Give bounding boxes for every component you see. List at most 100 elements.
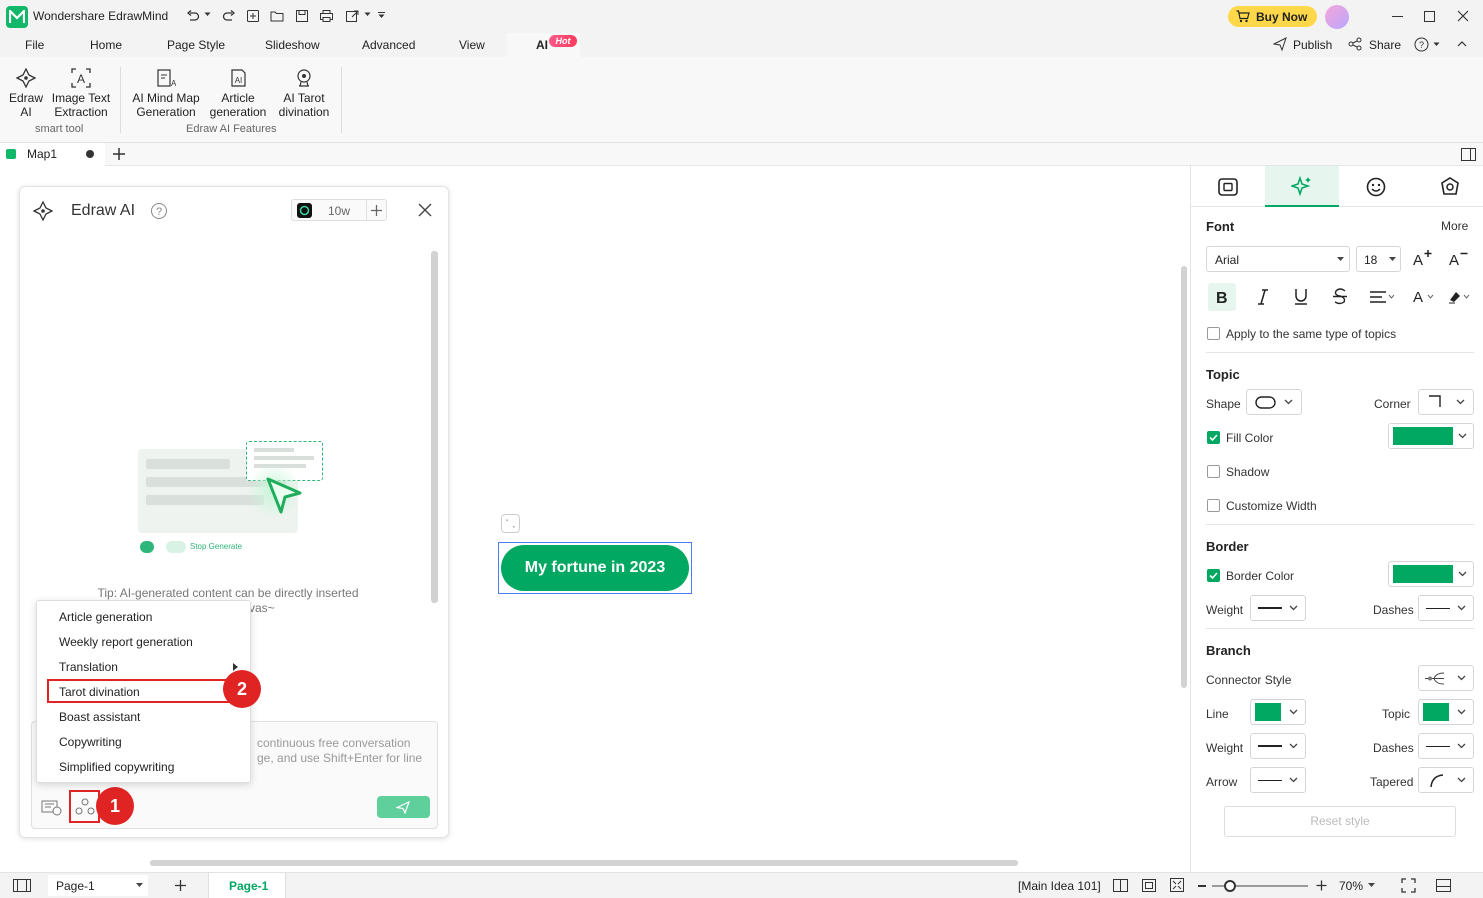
decrease-font-icon[interactable]: A bbox=[1449, 249, 1469, 267]
edraw-ai-ribbon-button[interactable]: Edraw AI bbox=[6, 65, 46, 119]
menu-simplified-copywriting[interactable]: Simplified copywriting bbox=[59, 760, 174, 774]
border-weight-select[interactable] bbox=[1250, 595, 1306, 621]
align-icon[interactable] bbox=[1369, 290, 1395, 304]
fit-window-icon[interactable] bbox=[1170, 878, 1184, 892]
menu-weekly-report-generation[interactable]: Weekly report generation bbox=[59, 635, 193, 649]
menu-slideshow[interactable]: Slideshow bbox=[265, 38, 320, 52]
canvas-vertical-scrollbar[interactable] bbox=[1181, 266, 1187, 688]
publish-button[interactable]: Publish bbox=[1293, 38, 1332, 52]
help-dropdown-icon[interactable] bbox=[1433, 42, 1440, 47]
open-folder-icon[interactable] bbox=[270, 9, 285, 23]
branch-dashes-select[interactable] bbox=[1418, 733, 1474, 759]
bold-button[interactable]: B bbox=[1208, 283, 1236, 311]
export-icon[interactable] bbox=[345, 9, 360, 23]
book-view-icon[interactable] bbox=[1113, 879, 1128, 892]
page-tab[interactable]: Page-1 bbox=[208, 873, 286, 898]
font-size-select[interactable]: 18 bbox=[1356, 246, 1401, 272]
zoom-in-icon[interactable] bbox=[1316, 880, 1327, 891]
corner-select[interactable] bbox=[1418, 389, 1474, 415]
help-icon[interactable]: ? bbox=[1414, 37, 1429, 52]
branch-topic-color-select[interactable] bbox=[1418, 699, 1474, 725]
font-more-link[interactable]: More bbox=[1441, 219, 1468, 233]
tab-ai-format[interactable] bbox=[1265, 166, 1339, 207]
apply-same-type-checkbox[interactable] bbox=[1207, 327, 1220, 340]
increase-font-icon[interactable]: A bbox=[1413, 249, 1433, 267]
menu-translation[interactable]: Translation bbox=[59, 660, 118, 674]
maximize-icon[interactable] bbox=[1424, 11, 1435, 22]
collapse-ribbon-icon[interactable] bbox=[1457, 40, 1467, 47]
add-page-icon[interactable] bbox=[174, 879, 187, 892]
main-topic[interactable]: My fortune in 2023 bbox=[501, 545, 689, 591]
font-family-select[interactable]: Arial bbox=[1206, 246, 1350, 272]
zoom-slider-thumb[interactable] bbox=[1224, 880, 1236, 892]
toggle-right-panel-icon[interactable] bbox=[1461, 148, 1476, 161]
line-color-select[interactable] bbox=[1250, 699, 1306, 725]
reset-style-button[interactable]: Reset style bbox=[1224, 806, 1456, 837]
font-color-icon[interactable]: A bbox=[1413, 288, 1437, 305]
canvas-horizontal-scrollbar[interactable] bbox=[150, 860, 1018, 866]
buy-now-button[interactable]: Buy Now bbox=[1228, 6, 1317, 27]
underline-icon[interactable] bbox=[1294, 288, 1308, 305]
page-select[interactable]: Page-1 bbox=[48, 875, 148, 896]
customize-toolbar-icon[interactable] bbox=[378, 12, 385, 19]
highlight-icon[interactable] bbox=[1447, 288, 1473, 305]
tab-icons-icon[interactable] bbox=[1366, 177, 1386, 197]
menu-file[interactable]: File bbox=[25, 38, 44, 52]
tapered-select[interactable] bbox=[1418, 767, 1474, 793]
connector-style-select[interactable] bbox=[1418, 665, 1474, 691]
menu-advanced[interactable]: Advanced bbox=[362, 38, 415, 52]
close-ai-panel-icon[interactable] bbox=[418, 203, 432, 217]
send-button[interactable] bbox=[377, 796, 430, 818]
fill-color-select[interactable] bbox=[1388, 423, 1474, 449]
page-panel-icon[interactable] bbox=[13, 879, 31, 892]
menu-tarot-divination[interactable]: Tarot divination bbox=[59, 685, 140, 699]
article-generation-button[interactable]: AI Article generation bbox=[207, 65, 269, 119]
menu-home[interactable]: Home bbox=[90, 38, 122, 52]
save-icon[interactable] bbox=[295, 9, 309, 23]
image-text-extraction-button[interactable]: A Image Text Extraction bbox=[50, 65, 112, 119]
fit-page-icon[interactable] bbox=[1142, 879, 1156, 892]
ai-panel-scrollbar[interactable] bbox=[431, 251, 438, 603]
minimize-icon[interactable] bbox=[1392, 16, 1403, 17]
ai-help-icon[interactable]: ? bbox=[150, 202, 168, 220]
customize-width-checkbox[interactable] bbox=[1207, 499, 1220, 512]
presentation-mode-icon[interactable] bbox=[1436, 879, 1451, 892]
zoom-out-icon[interactable] bbox=[1198, 885, 1206, 887]
tab-style-icon[interactable] bbox=[1218, 178, 1238, 196]
doc-tab-map1[interactable]: Map1 bbox=[0, 143, 105, 166]
italic-icon[interactable] bbox=[1257, 289, 1269, 305]
shadow-checkbox[interactable] bbox=[1207, 465, 1220, 478]
topic-handle-icon[interactable] bbox=[501, 514, 520, 533]
menu-page-style[interactable]: Page Style bbox=[167, 38, 225, 52]
zoom-dropdown-icon[interactable] bbox=[1368, 883, 1375, 888]
strikethrough-icon[interactable] bbox=[1333, 288, 1347, 305]
arrow-select[interactable] bbox=[1250, 767, 1306, 793]
close-window-icon[interactable] bbox=[1457, 10, 1469, 22]
export-dropdown-icon[interactable] bbox=[364, 12, 371, 17]
fullscreen-icon[interactable] bbox=[1401, 878, 1416, 893]
ai-mind-map-generation-button[interactable]: AI AI Mind Map Generation bbox=[129, 65, 203, 119]
unsaved-dot-icon[interactable] bbox=[86, 150, 94, 158]
add-tab-icon[interactable] bbox=[112, 147, 126, 161]
ai-tarot-divination-button[interactable]: AI Tarot divination bbox=[273, 65, 335, 119]
shape-select[interactable] bbox=[1246, 389, 1302, 415]
border-color-select[interactable] bbox=[1388, 561, 1474, 587]
menu-boast-assistant[interactable]: Boast assistant bbox=[59, 710, 140, 724]
menu-copywriting[interactable]: Copywriting bbox=[59, 735, 122, 749]
menu-view[interactable]: View bbox=[459, 38, 485, 52]
zoom-level[interactable]: 70% bbox=[1339, 879, 1363, 893]
branch-weight-select[interactable] bbox=[1250, 733, 1306, 759]
share-button[interactable]: Share bbox=[1369, 38, 1401, 52]
menu-article-generation[interactable]: Article generation bbox=[59, 610, 152, 624]
print-icon[interactable] bbox=[319, 9, 334, 23]
tab-theme-icon[interactable] bbox=[1440, 177, 1460, 197]
border-dashes-select[interactable] bbox=[1418, 595, 1474, 621]
avatar[interactable] bbox=[1325, 5, 1349, 29]
redo-icon[interactable] bbox=[222, 9, 236, 23]
undo-dropdown-icon[interactable] bbox=[204, 12, 211, 17]
border-color-checkbox[interactable] bbox=[1207, 569, 1220, 582]
fill-color-checkbox[interactable] bbox=[1207, 431, 1220, 444]
screenshot-icon[interactable] bbox=[41, 799, 63, 817]
undo-icon[interactable] bbox=[186, 9, 200, 23]
menu-ai-tab[interactable]: AI Hot bbox=[507, 33, 580, 57]
